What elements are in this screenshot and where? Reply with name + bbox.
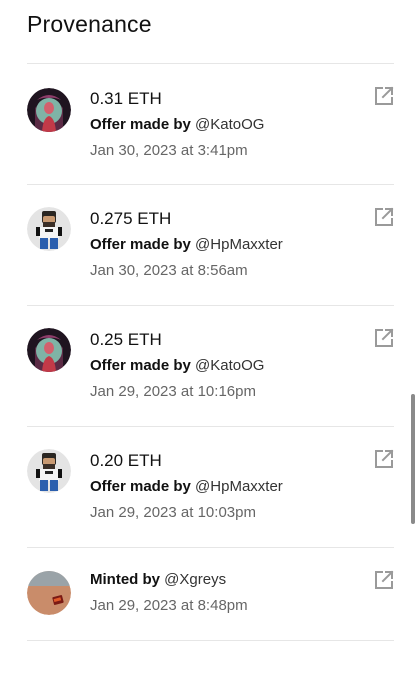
- page-title: Provenance: [27, 11, 152, 37]
- event-user-link[interactable]: @Xgreys: [164, 571, 226, 588]
- xgreys-avatar[interactable]: [27, 571, 71, 615]
- kato-avatar[interactable]: [27, 88, 71, 132]
- event-date: Jan 29, 2023 at 8:48pm: [90, 597, 248, 614]
- hpmaxxter-avatar[interactable]: [27, 449, 71, 493]
- provenance-item: 0.20 ETH Offer made by @HpMaxxter Jan 29…: [0, 426, 420, 546]
- event-price: 0.31 ETH: [90, 89, 162, 108]
- hpmaxxter-avatar[interactable]: [27, 207, 71, 251]
- event-user-link[interactable]: @KatoOG: [195, 357, 264, 374]
- event-action: Minted by @Xgreys: [90, 571, 227, 588]
- event-date: Jan 29, 2023 at 10:03pm: [90, 504, 256, 521]
- provenance-item: Minted by @Xgreys Jan 29, 2023 at 8:48pm: [0, 547, 420, 640]
- provenance-item: 0.31 ETH Offer made by @KatoOG Jan 30, 2…: [0, 63, 420, 183]
- event-action: Offer made by @KatoOG: [90, 357, 265, 374]
- external-link-icon[interactable]: [373, 85, 395, 107]
- event-action: Offer made by @KatoOG: [90, 116, 265, 133]
- event-date: Jan 30, 2023 at 3:41pm: [90, 142, 248, 159]
- external-link-icon[interactable]: [373, 448, 395, 470]
- event-action: Offer made by @HpMaxxter: [90, 478, 283, 495]
- event-price: 0.275 ETH: [90, 209, 172, 228]
- provenance-item: 0.275 ETH Offer made by @HpMaxxter Jan 3…: [0, 184, 420, 304]
- event-user-link[interactable]: @KatoOG: [195, 116, 264, 133]
- event-user-link[interactable]: @HpMaxxter: [195, 478, 283, 495]
- external-link-icon[interactable]: [373, 206, 395, 228]
- event-user-link[interactable]: @HpMaxxter: [195, 236, 283, 253]
- event-price: 0.25 ETH: [90, 330, 162, 349]
- kato-avatar[interactable]: [27, 328, 71, 372]
- event-date: Jan 30, 2023 at 8:56am: [90, 262, 248, 279]
- external-link-icon[interactable]: [373, 569, 395, 591]
- scrollbar[interactable]: [411, 394, 415, 524]
- external-link-icon[interactable]: [373, 327, 395, 349]
- event-price: 0.20 ETH: [90, 451, 162, 470]
- event-action: Offer made by @HpMaxxter: [90, 236, 283, 253]
- divider: [27, 640, 394, 641]
- provenance-item: 0.25 ETH Offer made by @KatoOG Jan 29, 2…: [0, 305, 420, 425]
- event-date: Jan 29, 2023 at 10:16pm: [90, 383, 256, 400]
